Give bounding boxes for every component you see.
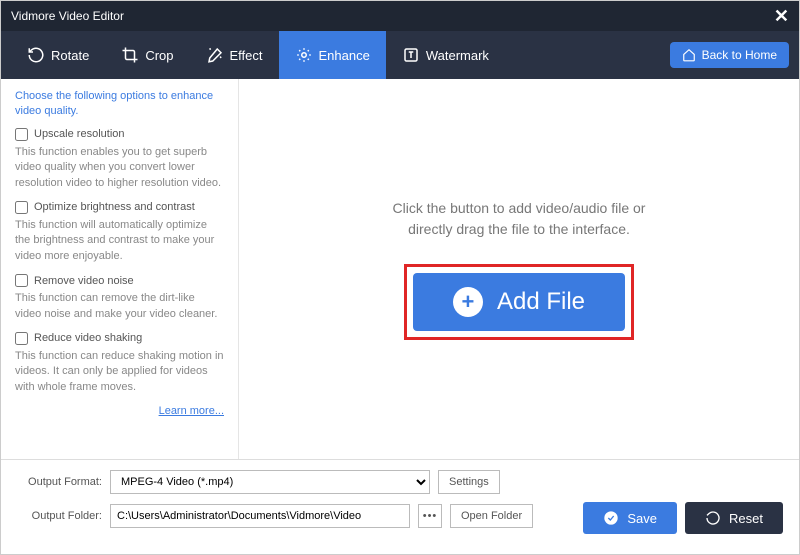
noise-checkbox[interactable] xyxy=(15,274,28,287)
effect-tab[interactable]: Effect xyxy=(190,31,279,79)
open-folder-button[interactable]: Open Folder xyxy=(450,504,533,528)
upscale-desc: This function enables you to get superb … xyxy=(15,145,224,191)
effect-icon xyxy=(206,46,224,64)
enhance-tab[interactable]: Enhance xyxy=(279,31,386,79)
noise-label: Remove video noise xyxy=(34,275,134,287)
upscale-label: Upscale resolution xyxy=(34,128,125,140)
learn-more-link[interactable]: Learn more... xyxy=(15,405,224,417)
rotate-icon xyxy=(27,46,45,64)
add-file-label: Add File xyxy=(497,288,585,316)
brightness-checkbox[interactable] xyxy=(15,201,28,214)
highlight-box: + Add File xyxy=(404,264,634,340)
home-label: Back to Home xyxy=(702,48,777,62)
add-file-button[interactable]: + Add File xyxy=(413,273,625,331)
save-label: Save xyxy=(627,511,657,526)
watermark-icon xyxy=(402,46,420,64)
rotate-tab[interactable]: Rotate xyxy=(11,31,105,79)
main-area: Choose the following options to enhance … xyxy=(1,79,799,459)
reset-label: Reset xyxy=(729,511,763,526)
app-title: Vidmore Video Editor xyxy=(11,9,124,23)
enhance-icon xyxy=(295,46,313,64)
shaking-desc: This function can reduce shaking motion … xyxy=(15,349,224,395)
reset-button[interactable]: Reset xyxy=(685,502,783,534)
back-to-home-button[interactable]: Back to Home xyxy=(670,42,789,68)
reset-icon xyxy=(705,510,721,526)
settings-button[interactable]: Settings xyxy=(438,470,500,494)
output-folder-input[interactable] xyxy=(110,504,410,528)
option-shaking: Reduce video shaking xyxy=(15,332,224,345)
crop-icon xyxy=(121,46,139,64)
effect-label: Effect xyxy=(230,48,263,63)
browse-button[interactable]: ••• xyxy=(418,504,442,528)
output-folder-label: Output Folder: xyxy=(17,510,102,522)
brightness-label: Optimize brightness and contrast xyxy=(34,201,195,213)
save-button[interactable]: Save xyxy=(583,502,677,534)
sidebar-intro: Choose the following options to enhance … xyxy=(15,89,224,120)
watermark-tab[interactable]: Watermark xyxy=(386,31,505,79)
option-brightness: Optimize brightness and contrast xyxy=(15,201,224,214)
footer: Output Format: MPEG-4 Video (*.mp4) Sett… xyxy=(1,459,799,548)
output-format-select[interactable]: MPEG-4 Video (*.mp4) xyxy=(110,470,430,494)
enhance-label: Enhance xyxy=(319,48,370,63)
option-noise: Remove video noise xyxy=(15,274,224,287)
watermark-label: Watermark xyxy=(426,48,489,63)
brightness-desc: This function will automatically optimiz… xyxy=(15,218,224,264)
option-upscale: Upscale resolution xyxy=(15,128,224,141)
noise-desc: This function can remove the dirt-like v… xyxy=(15,291,224,322)
crop-tab[interactable]: Crop xyxy=(105,31,189,79)
shaking-label: Reduce video shaking xyxy=(34,332,142,344)
main-toolbar: Rotate Crop Effect Enhance Watermark xyxy=(1,31,799,79)
drop-hint: Click the button to add video/audio file… xyxy=(393,198,646,240)
upscale-checkbox[interactable] xyxy=(15,128,28,141)
close-icon[interactable]: ✕ xyxy=(774,6,789,27)
drop-area[interactable]: Click the button to add video/audio file… xyxy=(239,79,799,459)
title-bar: Vidmore Video Editor ✕ xyxy=(1,1,799,31)
check-icon xyxy=(603,510,619,526)
plus-icon: + xyxy=(453,287,483,317)
home-icon xyxy=(682,48,696,62)
shaking-checkbox[interactable] xyxy=(15,332,28,345)
rotate-label: Rotate xyxy=(51,48,89,63)
crop-label: Crop xyxy=(145,48,173,63)
enhance-sidebar: Choose the following options to enhance … xyxy=(1,79,239,459)
output-format-label: Output Format: xyxy=(17,476,102,488)
